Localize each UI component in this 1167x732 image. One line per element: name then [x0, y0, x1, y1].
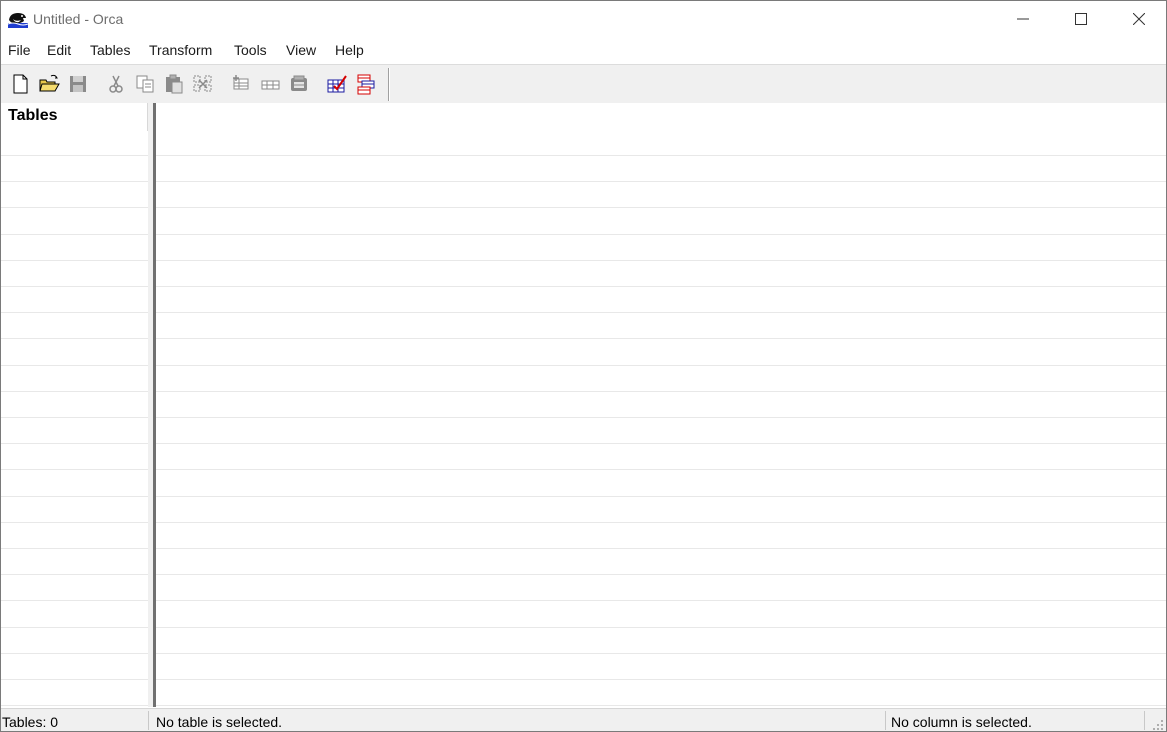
empty-row-line — [1, 233, 148, 235]
empty-row-line — [1, 679, 148, 680]
copy-icon[interactable] — [134, 73, 156, 95]
empty-row-line — [1, 259, 148, 261]
empty-row-line — [156, 548, 1166, 549]
tables-header-label: Tables — [8, 107, 58, 124]
validate-icon[interactable] — [326, 73, 348, 95]
empty-row-line — [1, 574, 148, 576]
empty-row-line — [1, 286, 148, 287]
status-column-selection: No column is selected. — [891, 714, 1032, 730]
empty-row-line — [156, 181, 1166, 183]
menu-file[interactable]: File — [8, 42, 31, 58]
menu-bar: File Edit Tables Transform Tools View He… — [1, 37, 1166, 63]
merge-module-icon[interactable] — [355, 73, 377, 95]
delete-icon[interactable] — [192, 73, 214, 95]
empty-row-line — [156, 390, 1166, 392]
tables-list-header: Tables — [1, 103, 148, 131]
status-divider — [885, 711, 886, 730]
orca-window: Untitled - Orca File Edit Tables Transfo… — [0, 0, 1167, 732]
empty-row-line — [156, 155, 1166, 156]
status-divider — [148, 711, 149, 730]
pane-splitter[interactable] — [148, 103, 156, 707]
tables-list-pane[interactable]: Tables — [1, 103, 148, 707]
title-bar: Untitled - Orca — [1, 1, 1166, 37]
add-table-icon[interactable] — [230, 73, 252, 95]
empty-row-line — [156, 417, 1166, 418]
empty-row-line — [1, 155, 148, 156]
empty-row-line — [1, 652, 148, 654]
status-divider — [1144, 711, 1145, 730]
new-icon[interactable] — [10, 73, 32, 95]
empty-row-line — [156, 521, 1166, 523]
empty-row-line — [1, 443, 148, 445]
status-tables-count: Tables: 0 — [2, 714, 59, 730]
add-row-icon[interactable] — [259, 73, 281, 95]
empty-row-line — [1, 417, 148, 418]
empty-row-line — [1, 548, 148, 549]
orca-whale-icon[interactable] — [7, 10, 29, 28]
cut-icon[interactable] — [105, 73, 127, 95]
empty-row-line — [156, 312, 1166, 314]
resize-grip-icon[interactable] — [1152, 718, 1164, 730]
menu-edit[interactable]: Edit — [47, 42, 71, 58]
empty-row-line — [156, 338, 1166, 340]
empty-row-line — [156, 705, 1166, 707]
empty-row-line — [156, 652, 1166, 654]
empty-row-line — [1, 600, 148, 602]
table-data-pane[interactable] — [156, 103, 1166, 707]
empty-row-line — [156, 364, 1166, 366]
menu-help[interactable]: Help — [335, 42, 364, 58]
empty-row-line — [156, 207, 1166, 209]
empty-row-line — [156, 286, 1166, 287]
empty-row-line — [1, 390, 148, 392]
minimize-icon — [1017, 18, 1029, 20]
paste-icon[interactable] — [163, 73, 185, 95]
close-icon — [1133, 13, 1145, 25]
menu-view[interactable]: View — [286, 42, 316, 58]
empty-row-line — [1, 312, 148, 314]
empty-row-line — [1, 469, 148, 471]
close-button[interactable] — [1110, 1, 1166, 37]
window-title: Untitled - Orca — [33, 11, 124, 27]
menu-transform[interactable]: Transform — [149, 42, 212, 58]
empty-row-line — [1, 364, 148, 366]
status-table-selection: No table is selected. — [156, 714, 283, 730]
empty-row-line — [1, 521, 148, 523]
empty-row-line — [156, 574, 1166, 576]
empty-row-line — [156, 495, 1166, 497]
empty-row-line — [1, 338, 148, 340]
maximize-button[interactable] — [1052, 1, 1110, 37]
empty-row-line — [156, 626, 1166, 628]
empty-row-line — [1, 626, 148, 628]
menu-tables[interactable]: Tables — [90, 42, 130, 58]
export-table-icon[interactable] — [288, 73, 310, 95]
empty-row-line — [1, 207, 148, 209]
empty-row-line — [156, 600, 1166, 602]
empty-row-line — [1, 705, 148, 707]
menu-tools[interactable]: Tools — [234, 42, 267, 58]
empty-row-line — [156, 679, 1166, 680]
status-bar: Tables: 0 No table is selected. No colum… — [1, 708, 1166, 731]
toolbar-separator — [388, 68, 390, 101]
empty-row-line — [1, 181, 148, 183]
empty-row-line — [156, 469, 1166, 471]
toolbar — [1, 64, 1166, 104]
minimize-button[interactable] — [994, 1, 1052, 37]
empty-row-line — [1, 495, 148, 497]
empty-row-line — [156, 259, 1166, 261]
empty-row-line — [156, 443, 1166, 445]
maximize-icon — [1075, 13, 1087, 25]
empty-row-line — [156, 233, 1166, 235]
save-icon[interactable] — [67, 73, 89, 95]
open-folder-icon[interactable] — [38, 73, 60, 95]
